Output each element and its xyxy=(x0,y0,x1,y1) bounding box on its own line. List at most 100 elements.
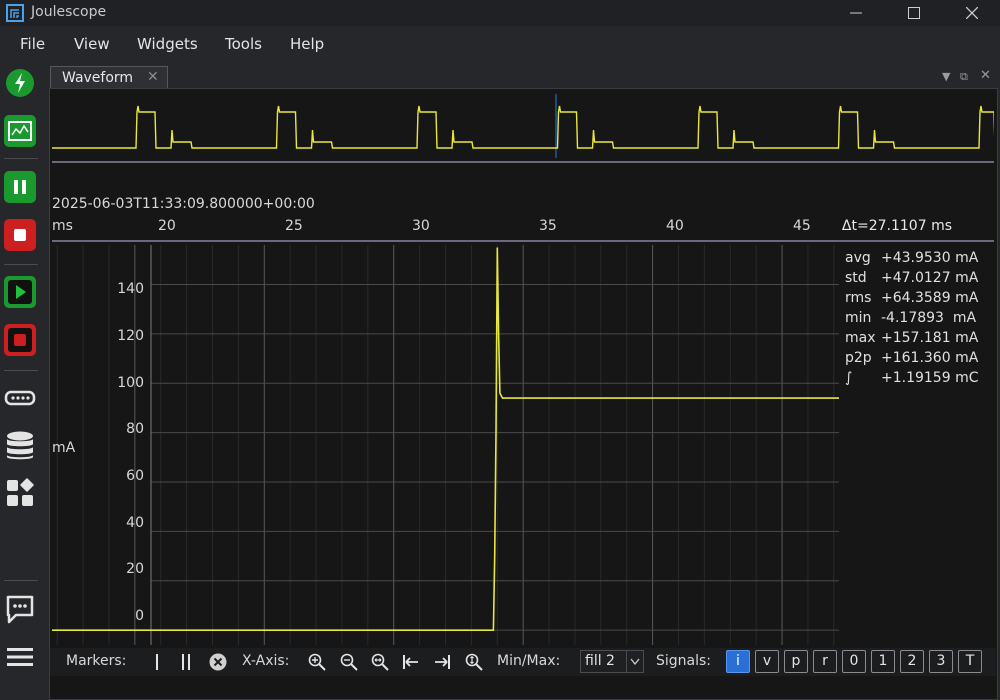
y-tick-label: 60 xyxy=(126,468,144,484)
menu-tools[interactable]: Tools xyxy=(225,35,262,53)
overview-waveform[interactable] xyxy=(52,90,994,172)
stat-value: +64.3589 mA xyxy=(881,290,979,306)
stat-value: +47.0127 mA xyxy=(881,270,979,286)
signal-button-T[interactable]: T xyxy=(958,650,982,673)
stat-value: +1.19159 mC xyxy=(881,370,979,386)
x-tick-label: 40 xyxy=(666,218,684,234)
widgets-button[interactable] xyxy=(3,476,37,510)
stop-button[interactable] xyxy=(3,218,37,252)
stat-row-p2p: p2p +161.360 mA xyxy=(845,350,995,370)
stat-value: +161.360 mA xyxy=(881,350,979,366)
toolbar-separator xyxy=(4,264,38,265)
zoom-in-button[interactable] xyxy=(306,651,328,673)
x-tick-label: 45 xyxy=(793,218,811,234)
y-tick-label: 100 xyxy=(117,375,144,391)
menu-view[interactable]: View xyxy=(74,35,110,53)
x-tick-label: 30 xyxy=(412,218,430,234)
dock-float-icon[interactable]: ⧉ xyxy=(960,70,968,84)
stat-name: min xyxy=(845,310,872,326)
minmax-select[interactable]: fill 2 xyxy=(580,650,644,673)
signal-button-0[interactable]: 0 xyxy=(842,650,866,673)
jump-start-icon xyxy=(403,655,418,669)
stat-name: std xyxy=(845,270,867,286)
tab-waveform[interactable]: Waveform ✕ xyxy=(50,66,168,88)
y-axis-unit: mA xyxy=(52,440,76,456)
device-control-button[interactable] xyxy=(3,381,37,415)
maximize-button[interactable] xyxy=(886,0,942,26)
app-window: Joulescope File View Widgets Tools Help xyxy=(0,0,1000,700)
window-title: Joulescope xyxy=(31,4,107,20)
device-connect-button[interactable] xyxy=(3,66,37,100)
stop-record-button[interactable] xyxy=(3,323,37,357)
main-menu-button[interactable] xyxy=(3,640,37,674)
statistics-panel: avg +43.9530 mA std +47.0127 mA rms +64.358… xyxy=(845,250,995,390)
y-tick-label: 140 xyxy=(117,281,144,297)
signal-button-3[interactable]: 3 xyxy=(929,650,953,673)
signal-button-r[interactable]: r xyxy=(813,650,837,673)
dual-marker-button[interactable] xyxy=(178,651,194,673)
stat-row-integral: ∫ +1.19159 mC xyxy=(845,370,995,390)
stat-name: rms xyxy=(845,290,872,306)
x-axis[interactable]: ms 20 25 30 35 40 45 Δt=27.1107 ms xyxy=(52,214,994,244)
minimize-button[interactable] xyxy=(828,0,884,26)
x-tick-label: 20 xyxy=(158,218,176,234)
major-grid xyxy=(134,245,839,645)
select-divider xyxy=(626,651,627,672)
signal-button-p[interactable]: p xyxy=(784,650,808,673)
pause-button[interactable] xyxy=(3,170,37,204)
menu-file[interactable]: File xyxy=(20,35,45,53)
y-zoom-icon xyxy=(465,653,483,671)
database-icon xyxy=(7,431,33,460)
stat-row-min: min -4.17893 mA xyxy=(845,310,995,330)
minor-grid xyxy=(56,245,835,645)
y-tick-label: 40 xyxy=(126,515,144,531)
signal-button-i[interactable]: i xyxy=(726,650,750,673)
zoom-out-button[interactable] xyxy=(338,651,360,673)
play-record-button[interactable] xyxy=(3,275,37,309)
memory-buffer-button[interactable] xyxy=(3,429,37,463)
x-axis-label: X-Axis: xyxy=(242,653,290,669)
menu-bar: File View Widgets Tools Help xyxy=(0,33,1000,57)
clear-markers-button[interactable] xyxy=(208,651,228,673)
joulescope-logo-icon xyxy=(6,4,24,22)
jump-end-button[interactable] xyxy=(431,651,453,673)
tab-close-icon[interactable]: ✕ xyxy=(147,69,159,85)
signals-label: Signals: xyxy=(656,653,712,669)
zoom-in-icon xyxy=(308,653,326,671)
menu-widgets[interactable]: Widgets xyxy=(137,35,198,53)
minmax-label: Min/Max: xyxy=(497,653,561,669)
close-icon xyxy=(966,7,978,19)
dock-close-icon[interactable]: ✕ xyxy=(980,68,991,83)
jump-start-button[interactable] xyxy=(400,651,422,673)
timestamp-label: 2025-06-03T11:33:09.800000+00:00 xyxy=(52,196,315,212)
pause-icon xyxy=(4,171,36,203)
stat-name: avg xyxy=(845,250,871,266)
markers-label: Markers: xyxy=(66,653,127,669)
menu-help[interactable]: Help xyxy=(290,35,324,53)
single-marker-button[interactable] xyxy=(150,651,164,673)
y-tick-label: 0 xyxy=(135,608,144,624)
single-marker-icon xyxy=(156,654,158,670)
x-axis-unit: ms xyxy=(52,218,73,234)
dock-menu-icon[interactable]: ▼ xyxy=(942,70,950,83)
device-icon xyxy=(4,390,36,406)
left-toolbar xyxy=(0,60,42,700)
y-zoom-button[interactable] xyxy=(463,651,485,673)
stop-icon xyxy=(4,219,36,251)
zoom-all-button[interactable] xyxy=(369,651,391,673)
widgets-icon xyxy=(7,478,34,506)
feedback-button[interactable] xyxy=(3,592,37,626)
signal-button-2[interactable]: 2 xyxy=(900,650,924,673)
waveform-window-icon xyxy=(4,115,36,147)
stat-row-std: std +47.0127 mA xyxy=(845,270,995,290)
toolbar-separator xyxy=(4,158,38,159)
signal-button-1[interactable]: 1 xyxy=(871,650,895,673)
y-tick-label: 80 xyxy=(126,421,144,437)
tab-label: Waveform xyxy=(62,70,134,86)
close-button[interactable] xyxy=(944,0,1000,26)
stat-row-max: max +157.181 mA xyxy=(845,330,995,350)
minimize-icon xyxy=(850,12,862,14)
waveform-view-button[interactable] xyxy=(3,114,37,148)
minmax-value: fill 2 xyxy=(585,653,615,669)
signal-button-v[interactable]: v xyxy=(755,650,779,673)
